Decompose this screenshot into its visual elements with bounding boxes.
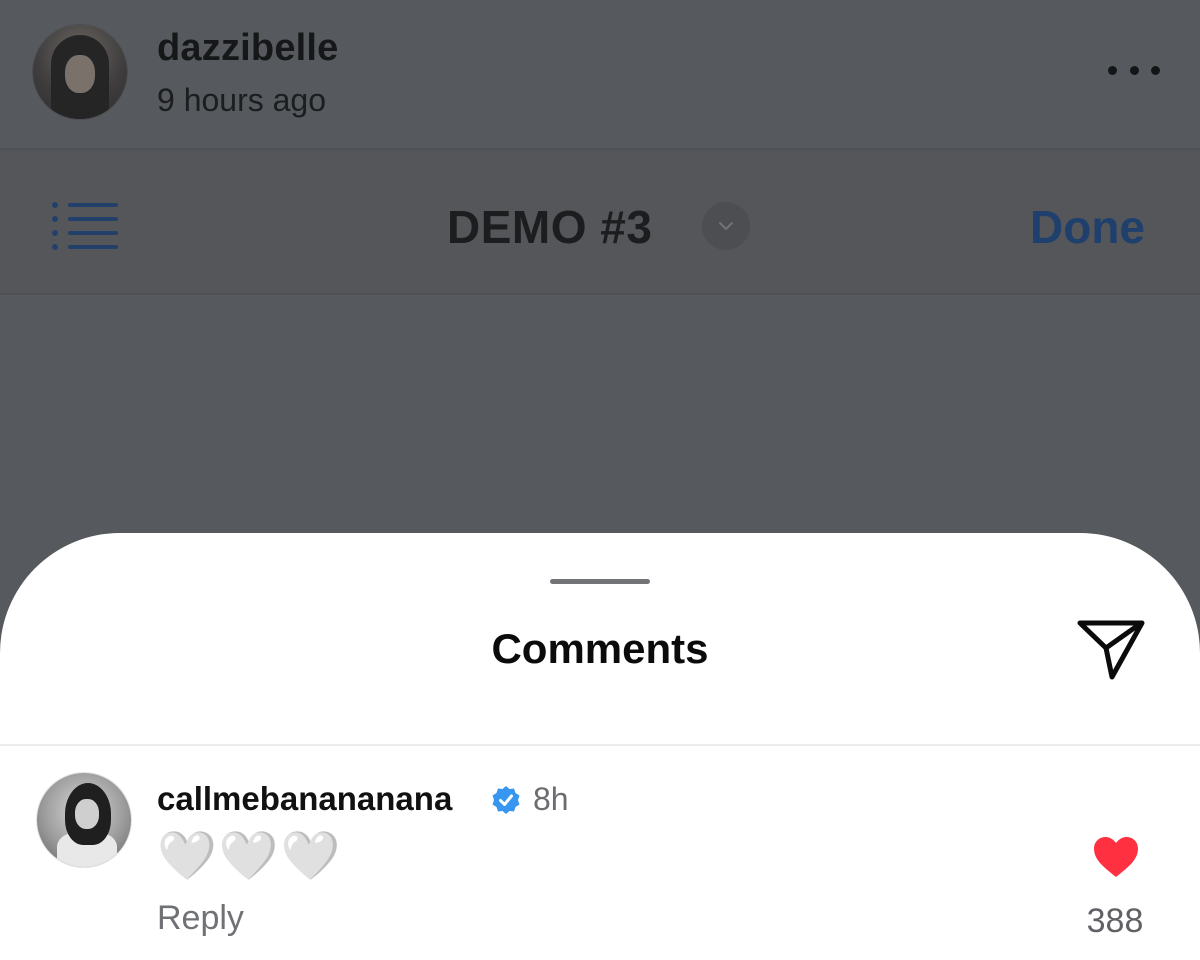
post-author-avatar[interactable] [33, 25, 127, 119]
list-bar [68, 217, 118, 221]
more-dot [1129, 65, 1139, 75]
more-dot [1151, 65, 1160, 75]
post-header [0, 0, 1200, 148]
comments-title: Comments [491, 625, 709, 672]
chevron-down-icon[interactable] [702, 202, 750, 250]
list-icon[interactable] [52, 200, 120, 252]
comment-timestamp: 8h [533, 781, 569, 817]
more-options-icon[interactable] [1108, 60, 1160, 80]
commenter-avatar[interactable] [37, 773, 131, 867]
sheet-drag-handle[interactable] [550, 579, 650, 584]
comment-text: 🤍🤍🤍 [157, 828, 343, 884]
list-row [52, 244, 120, 250]
list-bar [68, 203, 118, 207]
reply-button[interactable]: Reply [157, 899, 244, 938]
list-dot [52, 216, 58, 222]
post-timestamp: 9 hours ago [157, 82, 327, 118]
list-row [52, 230, 120, 236]
heart-filled-icon[interactable] [1092, 835, 1140, 879]
list-bar [68, 245, 118, 249]
list-dot [52, 244, 58, 250]
list-bar [68, 231, 118, 235]
like-count: 388 [1086, 902, 1144, 940]
more-dot [1108, 65, 1117, 75]
post-author-username[interactable]: dazzibelle [157, 27, 339, 70]
paper-plane-icon[interactable] [1077, 618, 1147, 682]
done-button[interactable]: Done [1030, 200, 1145, 254]
avatar-face [75, 799, 99, 829]
commenter-username[interactable]: callmebanananana [157, 780, 452, 818]
list-row [52, 202, 120, 208]
avatar-face [65, 55, 95, 93]
divider [0, 293, 1200, 295]
list-dot [52, 230, 58, 236]
document-title[interactable]: DEMO #3 [447, 200, 652, 254]
list-row [52, 216, 120, 222]
verified-badge-icon [490, 784, 522, 816]
list-dot [52, 202, 58, 208]
